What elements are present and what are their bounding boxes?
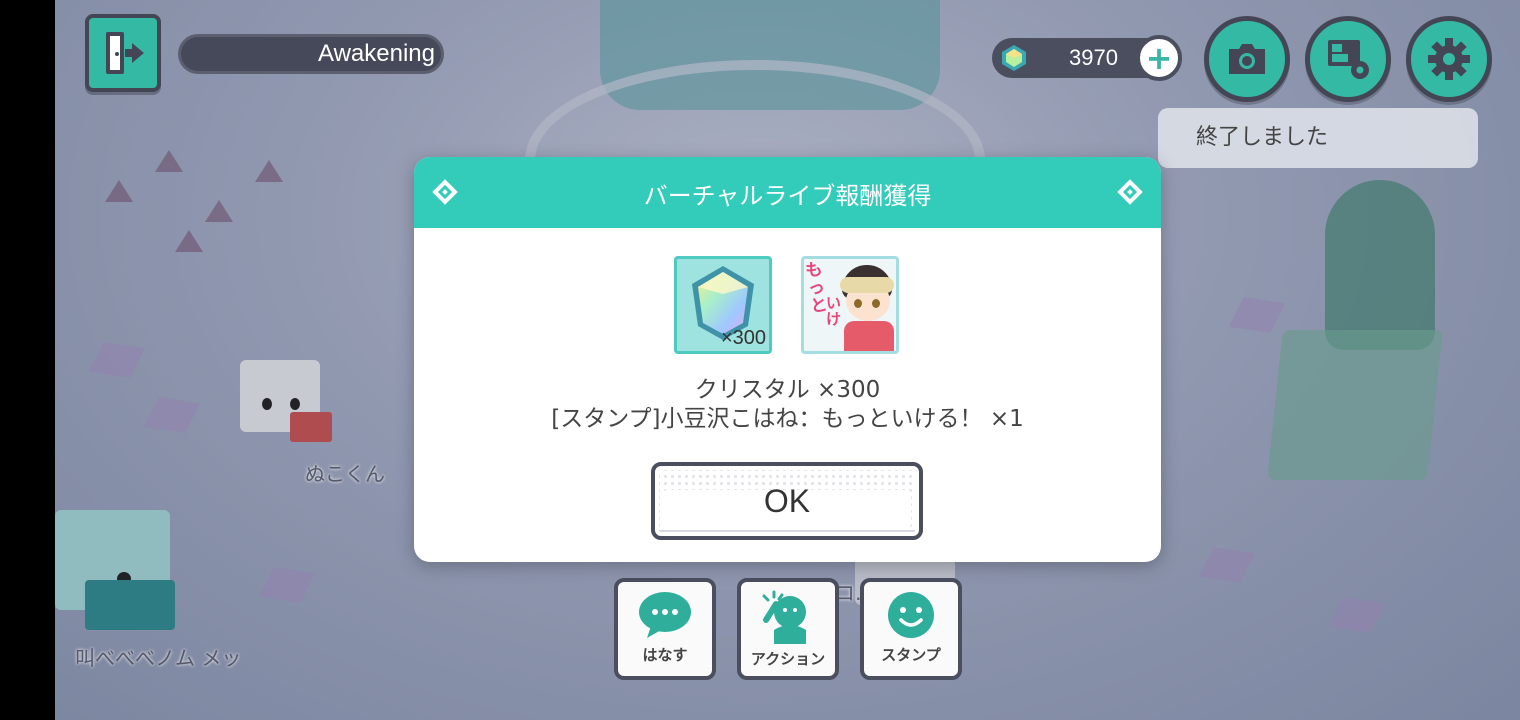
reward-quantity: ×300 — [720, 327, 766, 349]
action-button[interactable]: アクション — [737, 578, 839, 680]
plus-icon: + — [1145, 39, 1173, 77]
reward-crystal-item[interactable]: ×300 — [674, 256, 772, 354]
talk-button[interactable]: はなす — [614, 578, 716, 680]
speech-bubble-icon — [639, 592, 691, 638]
smiley-icon — [888, 592, 934, 638]
crystal-icon — [1002, 45, 1026, 71]
diamond-ornament-icon — [432, 179, 458, 205]
diamond-ornament-icon — [1117, 179, 1143, 205]
ok-label: OK — [763, 483, 811, 519]
reward-stamp-item[interactable]: もっと いけ — [801, 256, 899, 354]
camera-button[interactable] — [1204, 16, 1290, 102]
reward-description: クリスタル ×300 [スタンプ]小豆沢こはね：もっといける！ ×1 — [414, 376, 1161, 434]
stamp-button[interactable]: スタンプ — [860, 578, 962, 680]
camera-icon — [1229, 44, 1265, 74]
action-figure-icon — [762, 590, 806, 644]
reward-line-crystal: クリスタル ×300 — [694, 377, 881, 403]
talk-label: はなす — [642, 646, 688, 664]
dialog-title: バーチャルライブ報酬獲得 — [643, 182, 932, 210]
gear-icon — [1428, 38, 1470, 80]
action-label: アクション — [750, 650, 826, 668]
reward-dialog: バーチャルライブ報酬獲得 ×300 もっと いけ クリスタル ×300 [スタン… — [414, 157, 1161, 562]
settings-button[interactable] — [1406, 16, 1492, 102]
stamp-icon: もっと いけ — [804, 259, 896, 351]
song-title: Awakening — [178, 34, 444, 74]
stamp-label: スタンプ — [881, 646, 941, 664]
dialog-header: バーチャルライブ報酬獲得 — [414, 157, 1161, 228]
display-settings-button[interactable] — [1305, 16, 1391, 102]
exit-door-icon — [106, 32, 144, 74]
reward-line-stamp: [スタンプ]小豆沢こはね：もっといける！ ×1 — [551, 406, 1024, 432]
exit-button[interactable] — [85, 14, 161, 92]
screen-settings-icon — [1328, 40, 1369, 79]
status-notice: 終了しました — [1158, 108, 1478, 168]
crystal-count: 3970 — [1069, 45, 1118, 70]
buy-crystal-button[interactable]: + — [1136, 35, 1182, 81]
ok-button[interactable]: OK — [651, 462, 923, 540]
